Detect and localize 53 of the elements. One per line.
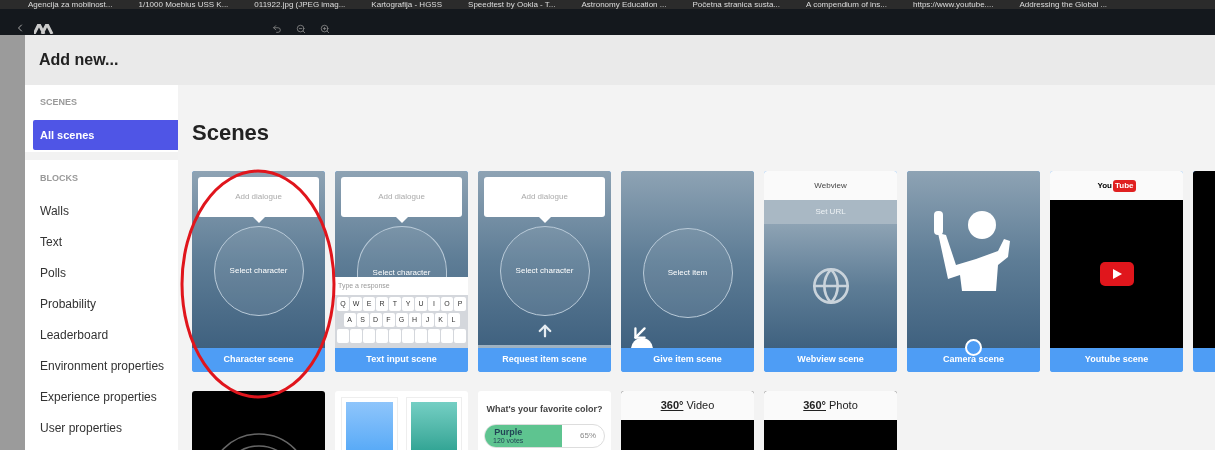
sidebar-item[interactable]: Probability [25, 288, 178, 319]
bookmark-link[interactable]: Astronomy Education ... [581, 0, 667, 9]
bookmark-link[interactable]: Addressing the Global ... [1019, 0, 1108, 9]
block-card[interactable]: 360° Video [621, 391, 754, 450]
sidebar-item[interactable]: Polls [25, 257, 178, 288]
scene-card[interactable]: Webview Set URL Webview scene [764, 171, 897, 372]
panorama-label: 360° [660, 398, 684, 414]
scene-card[interactable]: Select item Give item scene [621, 171, 754, 372]
bubble-tail-icon [538, 217, 551, 223]
wall-panel [341, 397, 398, 450]
sidebar-item[interactable]: All scenes [33, 120, 178, 150]
scene-card[interactable]: You Tube Youtube scene [1050, 171, 1183, 372]
option-percent: 65% [580, 429, 597, 442]
block-card[interactable] [335, 391, 468, 450]
section-heading: SCENES [39, 97, 78, 107]
bookmark-link[interactable]: 011922.jpg (JPEG imag... [254, 0, 346, 9]
webview-header: Webview [764, 171, 897, 200]
scene-card[interactable]: Add dialogue Select character Request item scene [478, 171, 611, 372]
zoom-out-icon[interactable] [296, 24, 306, 34]
bookmark-link[interactable]: A compendium of ins... [806, 0, 887, 9]
globe-icon [810, 266, 851, 306]
bookmark-link[interactable]: Speedtest by Ookla - T... [468, 0, 556, 9]
undo-icon[interactable] [272, 24, 282, 34]
wall-panel [405, 397, 462, 450]
section-heading: BLOCKS [39, 173, 79, 183]
sidebar-item[interactable]: Text [25, 226, 178, 257]
modal-title: Add new... [39, 50, 119, 70]
option-label: Purple [493, 427, 524, 437]
panorama-label: 360° [803, 398, 826, 414]
sidebar-item[interactable]: User properties [25, 412, 178, 443]
scene-card[interactable]: Add dialogue Select character Character scene [192, 171, 325, 372]
block-card[interactable]: 360° Photo [764, 391, 897, 450]
logo-text: You [1097, 179, 1112, 192]
card-header-title: Video [686, 398, 715, 414]
zoom-in-icon[interactable] [320, 24, 330, 34]
sidebar-item[interactable]: Walls [25, 195, 178, 226]
bookmark-link[interactable]: Početna stranica susta... [692, 0, 781, 9]
bookmark-link[interactable]: Kartografija - HGSS [371, 0, 443, 9]
logo-icon[interactable] [34, 24, 54, 34]
sidebar-item[interactable]: Experience properties [25, 381, 178, 412]
sidebar-item[interactable]: Leaderboard [25, 319, 178, 350]
card-header-title: Photo [829, 398, 858, 414]
content-heading: Scenes [192, 120, 271, 146]
block-card[interactable] [192, 391, 325, 450]
bookmark-link[interactable]: 1/1000 Moebius USS K... [138, 0, 229, 9]
bubble-tail-icon [395, 217, 408, 223]
logo-badge: Tube [1113, 179, 1136, 192]
bubble-tail-icon [252, 217, 265, 223]
bookmark-link[interactable]: https://www.youtube.... [913, 0, 994, 9]
bookmark-link[interactable]: Agencija za mobilnost... [28, 0, 113, 9]
poll-question: What's your favorite color? [486, 403, 603, 416]
play-button-icon[interactable] [1099, 262, 1134, 286]
sidebar-item[interactable]: Environment properties [25, 350, 178, 381]
